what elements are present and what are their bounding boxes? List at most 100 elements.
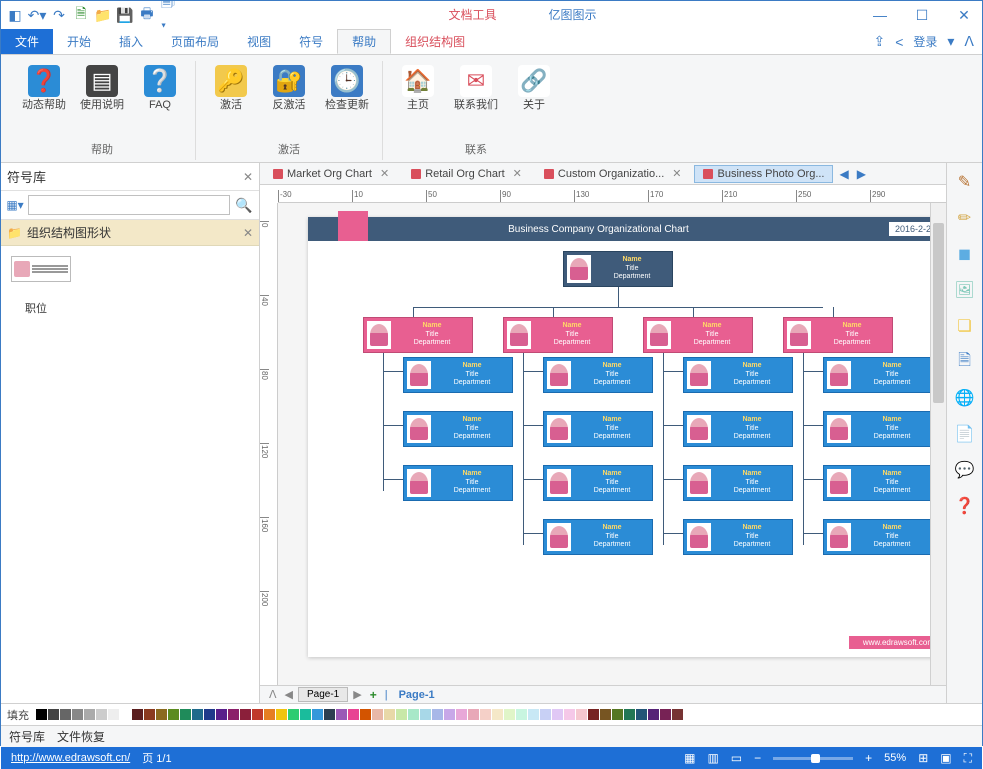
menu-insert[interactable]: 插入 xyxy=(105,29,157,54)
color-swatch[interactable] xyxy=(516,709,527,720)
org-card[interactable]: NameTitleDepartment xyxy=(823,411,930,447)
edit-icon[interactable]: ✏ xyxy=(954,207,976,229)
org-card[interactable]: NameTitleDepartment xyxy=(403,357,513,393)
page-icon[interactable]: 📄 xyxy=(954,423,976,445)
color-swatch[interactable] xyxy=(228,709,239,720)
color-swatch[interactable] xyxy=(132,709,143,720)
color-swatch[interactable] xyxy=(432,709,443,720)
page[interactable]: Business Company Organizational Chart 20… xyxy=(308,217,930,657)
org-card[interactable]: NameTitleDepartment xyxy=(543,519,653,555)
document-tab[interactable]: Market Org Chart✕ xyxy=(264,164,398,183)
comment-icon[interactable]: 💬 xyxy=(954,459,976,481)
org-card[interactable]: NameTitleDepartment xyxy=(823,357,930,393)
org-card[interactable]: NameTitleDepartment xyxy=(563,251,673,287)
color-swatch[interactable] xyxy=(480,709,491,720)
view-full-icon[interactable]: ▭ xyxy=(731,751,742,765)
color-swatch[interactable] xyxy=(156,709,167,720)
color-swatch[interactable] xyxy=(216,709,227,720)
org-card[interactable]: NameTitleDepartment xyxy=(823,519,930,555)
color-swatch[interactable] xyxy=(456,709,467,720)
menu-layout[interactable]: 页面布局 xyxy=(157,29,233,54)
pointer-icon[interactable]: ✎ xyxy=(954,171,976,193)
category-close-icon[interactable]: ✕ xyxy=(243,226,253,240)
scrollbar-vertical[interactable] xyxy=(930,203,946,685)
color-swatch[interactable] xyxy=(192,709,203,720)
org-card[interactable]: NameTitleDepartment xyxy=(543,465,653,501)
color-swatch[interactable] xyxy=(588,709,599,720)
tab-close-icon[interactable]: ✕ xyxy=(380,167,389,180)
menu-orgchart[interactable]: 组织结构图 xyxy=(391,29,479,54)
color-swatch[interactable] xyxy=(504,709,515,720)
zoom-in-icon[interactable]: + xyxy=(865,751,872,765)
help-icon[interactable]: ❓ xyxy=(954,495,976,517)
open-icon[interactable]: 📁 xyxy=(95,7,111,23)
color-swatch[interactable] xyxy=(636,709,647,720)
ribbon-button[interactable]: ▤使用说明 xyxy=(77,61,127,138)
tab-close-icon[interactable]: ✕ xyxy=(513,167,522,180)
shape-category[interactable]: 📁 组织结构图形状 ✕ xyxy=(1,220,259,246)
search-input[interactable] xyxy=(28,195,230,215)
ribbon-button[interactable]: 🏠主页 xyxy=(393,61,443,138)
fill-icon[interactable]: ◼ xyxy=(954,243,976,265)
org-card[interactable]: NameTitleDepartment xyxy=(543,357,653,393)
org-card[interactable]: NameTitleDepartment xyxy=(403,465,513,501)
close-button[interactable]: ✕ xyxy=(952,5,976,25)
color-swatch[interactable] xyxy=(612,709,623,720)
minimize-button[interactable]: — xyxy=(868,5,892,25)
color-swatch[interactable] xyxy=(384,709,395,720)
color-swatch[interactable] xyxy=(96,709,107,720)
tab-file-recover[interactable]: 文件恢复 xyxy=(57,728,105,745)
color-swatch[interactable] xyxy=(372,709,383,720)
color-swatch[interactable] xyxy=(648,709,659,720)
color-swatch[interactable] xyxy=(276,709,287,720)
document-tab[interactable]: Business Photo Org... xyxy=(694,165,833,183)
color-swatch[interactable] xyxy=(264,709,275,720)
ribbon-button[interactable]: 🔑激活 xyxy=(206,61,256,138)
color-swatch[interactable] xyxy=(492,709,503,720)
document-tab[interactable]: Custom Organizatio...✕ xyxy=(535,164,691,183)
color-swatch[interactable] xyxy=(396,709,407,720)
new-icon[interactable]: 🗎 xyxy=(73,7,89,23)
ribbon-button[interactable]: ❔FAQ xyxy=(135,61,185,138)
color-swatch[interactable] xyxy=(312,709,323,720)
search-icon[interactable]: 🔍 xyxy=(233,195,255,215)
page-next-icon[interactable]: ▶ xyxy=(350,688,364,701)
status-url[interactable]: http://www.edrawsoft.cn/ xyxy=(11,752,130,764)
color-swatch[interactable] xyxy=(336,709,347,720)
menu-view[interactable]: 视图 xyxy=(233,29,285,54)
color-swatch[interactable] xyxy=(108,709,119,720)
color-swatch[interactable] xyxy=(204,709,215,720)
ribbon-button[interactable]: 🕒检查更新 xyxy=(322,61,372,138)
view-normal-icon[interactable]: ▦ xyxy=(684,751,695,765)
menu-symbol[interactable]: 符号 xyxy=(285,29,337,54)
undo-icon[interactable]: ↶▾ xyxy=(29,7,45,23)
org-card[interactable]: NameTitleDepartment xyxy=(363,317,473,353)
maximize-button[interactable]: ☐ xyxy=(910,5,934,25)
page-tab[interactable]: Page-1 xyxy=(298,687,348,702)
color-swatch[interactable] xyxy=(624,709,635,720)
org-card[interactable]: NameTitleDepartment xyxy=(683,465,793,501)
color-swatch[interactable] xyxy=(84,709,95,720)
color-swatch[interactable] xyxy=(324,709,335,720)
color-swatch[interactable] xyxy=(348,709,359,720)
org-card[interactable]: NameTitleDepartment xyxy=(683,519,793,555)
color-swatch[interactable] xyxy=(444,709,455,720)
color-swatch[interactable] xyxy=(600,709,611,720)
app-icon[interactable]: ◧ xyxy=(7,7,23,23)
layers-icon[interactable]: ❏ xyxy=(954,315,976,337)
tab-symbol-lib[interactable]: 符号库 xyxy=(9,728,45,745)
ribbon-button[interactable]: 🔐反激活 xyxy=(264,61,314,138)
globe-icon[interactable]: 🌐 xyxy=(954,387,976,409)
color-swatch[interactable] xyxy=(540,709,551,720)
color-swatch[interactable] xyxy=(420,709,431,720)
color-swatch[interactable] xyxy=(48,709,59,720)
tab-close-icon[interactable]: ✕ xyxy=(672,167,681,180)
ribbon-button[interactable]: ✉联系我们 xyxy=(451,61,501,138)
ribbon-button[interactable]: ❓动态帮助 xyxy=(19,61,69,138)
print-icon[interactable]: 🖶 xyxy=(139,7,155,23)
fit-width-icon[interactable]: ⊞ xyxy=(918,751,928,765)
color-swatch[interactable] xyxy=(660,709,671,720)
color-swatch[interactable] xyxy=(300,709,311,720)
fit-page-icon[interactable]: ▣ xyxy=(940,751,951,765)
org-card[interactable]: NameTitleDepartment xyxy=(683,357,793,393)
